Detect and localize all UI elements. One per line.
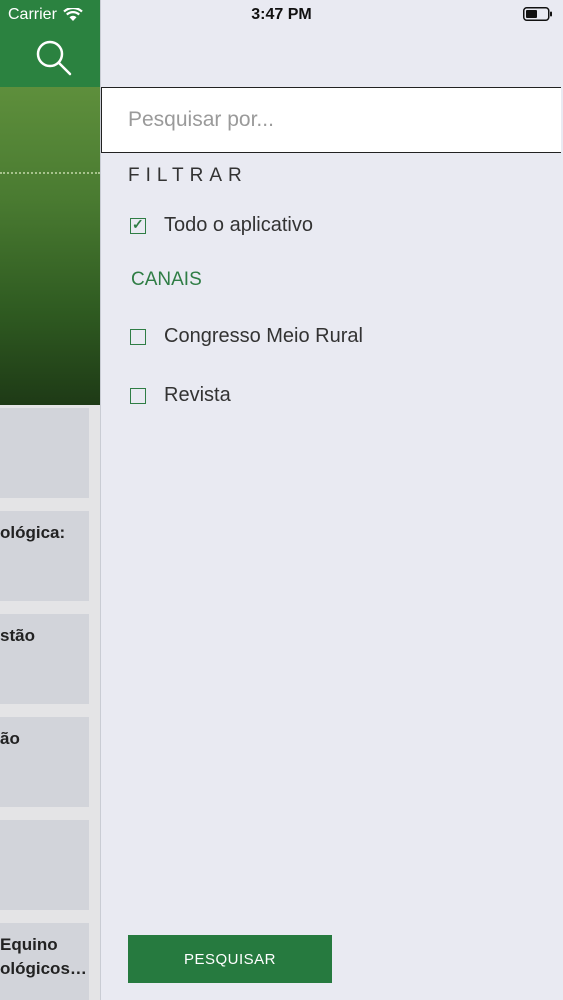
- status-time: 3:47 PM: [251, 6, 312, 23]
- content-card[interactable]: [0, 820, 89, 910]
- checkbox[interactable]: [130, 328, 146, 345]
- battery-icon: [523, 7, 552, 21]
- status-bar: Carrier 3:47 PM: [0, 0, 563, 30]
- filter-heading: FILTRAR: [128, 165, 248, 186]
- content-card[interactable]: stão: [0, 614, 89, 704]
- dashed-divider: [0, 172, 100, 174]
- background-app: ológica: stão ão Equino ológicos…: [0, 0, 100, 1000]
- option-label: Revista: [164, 384, 231, 406]
- hero-image: [0, 87, 100, 405]
- card-title: Equino ológicos…: [0, 935, 87, 978]
- search-icon[interactable]: [34, 38, 74, 78]
- search-field[interactable]: [101, 87, 561, 153]
- filter-option-all-app[interactable]: ✓ Todo o aplicativo: [130, 214, 313, 237]
- content-card[interactable]: ão: [0, 717, 89, 807]
- checkmark-icon: ✓: [132, 215, 144, 232]
- search-panel: FILTRAR ✓ Todo o aplicativo CANAIS Congr…: [101, 0, 563, 1000]
- search-button[interactable]: PESQUISAR: [128, 935, 332, 983]
- channels-heading: CANAIS: [131, 269, 202, 290]
- checkbox[interactable]: ✓: [130, 215, 146, 234]
- content-card[interactable]: [0, 408, 89, 498]
- card-title: ológica:: [0, 523, 66, 542]
- content-card[interactable]: Equino ológicos…: [0, 923, 89, 1000]
- card-title: stão: [0, 626, 35, 645]
- search-input[interactable]: [102, 88, 561, 152]
- option-label: Congresso Meio Rural: [164, 325, 363, 347]
- filter-option-congresso[interactable]: Congresso Meio Rural: [130, 325, 363, 348]
- card-title: ão: [0, 729, 20, 748]
- filter-option-revista[interactable]: Revista: [130, 384, 231, 407]
- checkbox[interactable]: [130, 387, 146, 404]
- content-card[interactable]: ológica:: [0, 511, 89, 601]
- option-label: Todo o aplicativo: [164, 214, 313, 236]
